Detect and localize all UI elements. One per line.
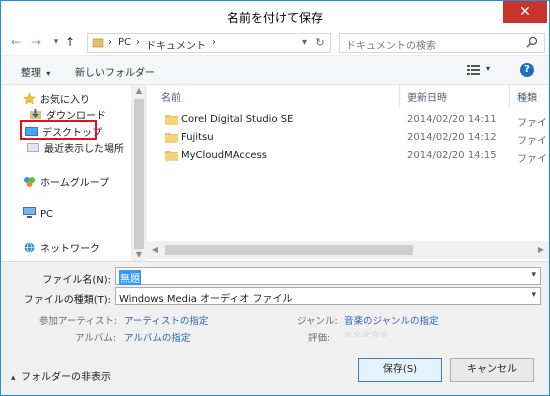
new-folder-button[interactable]: 新しいフォルダー — [75, 64, 155, 79]
breadcrumb-separator: › — [108, 37, 112, 48]
file-list: 名前 更新日時 種類 Corel Digital Studio SE 2014/… — [147, 85, 549, 261]
chevron-down-icon: ▾ — [46, 69, 51, 78]
file-row[interactable]: Fujitsu 2014/02/20 14:12 ファイ — [147, 129, 549, 147]
navigation-bar: ← → ▾ ↑ › PC › ドキュメント › ▾ ↻ ドキュメントの検索 — [1, 31, 549, 55]
navigation-pane-scrollbar[interactable]: ▲ ▼ — [131, 85, 147, 261]
file-row[interactable]: Corel Digital Studio SE 2014/02/20 14:11… — [147, 111, 549, 129]
scroll-left-icon[interactable]: ◀ — [147, 241, 163, 259]
command-bar: 整理 ▾ 新しいフォルダー ▾ ? — [1, 55, 549, 85]
folder-icon — [165, 151, 178, 161]
address-bar[interactable]: › PC › ドキュメント › ▾ ↻ — [87, 33, 331, 53]
filename-input[interactable]: 無題 ▾ — [115, 267, 541, 285]
network-icon — [24, 242, 35, 253]
recent-places-icon — [27, 143, 39, 152]
title-bar: 名前を付けて保存 ✕ — [1, 1, 549, 31]
column-separator[interactable] — [399, 85, 400, 107]
tree-item-network[interactable]: ネットワーク — [23, 240, 100, 255]
column-header-type[interactable]: 種類 — [517, 89, 537, 104]
file-date: 2014/02/20 14:12 — [407, 132, 497, 143]
file-type: ファイ — [517, 118, 547, 129]
folder-icon — [165, 115, 178, 125]
breadcrumb-pc[interactable]: PC — [118, 37, 131, 48]
tree-item-favorites[interactable]: お気に入り — [23, 91, 90, 106]
scroll-right-icon[interactable]: ▶ — [533, 241, 549, 259]
file-name: Corel Digital Studio SE — [181, 114, 294, 125]
filename-label: ファイル名(N): — [42, 275, 111, 286]
file-name: MyCloudMAccess — [181, 150, 267, 161]
tree-item-recent-places[interactable]: 最近表示した場所 — [27, 140, 124, 155]
file-type: ファイ — [517, 154, 547, 165]
album-field[interactable]: アルバムの指定 — [124, 330, 190, 344]
window-title: 名前を付けて保存 — [226, 11, 323, 25]
folder-location-icon — [92, 38, 104, 48]
forward-icon[interactable]: → — [29, 35, 43, 49]
star-icon — [23, 93, 36, 104]
filename-value: 無題 — [119, 270, 141, 285]
save-button[interactable]: 保存(S) — [358, 358, 442, 382]
scroll-up-icon[interactable]: ▲ — [131, 85, 147, 97]
organize-button[interactable]: 整理 ▾ — [21, 64, 50, 79]
desktop-highlight-box — [20, 120, 97, 140]
hide-folders-label: フォルダーの非表示 — [21, 372, 111, 383]
artist-field[interactable]: アーティストの指定 — [124, 313, 208, 327]
chevron-up-icon: ▴ — [11, 373, 16, 383]
column-header-date[interactable]: 更新日時 — [407, 89, 447, 104]
cancel-button[interactable]: キャンセル — [450, 358, 534, 382]
genre-field[interactable]: 音楽のジャンルの指定 — [344, 313, 439, 327]
breadcrumb-separator: › — [136, 37, 140, 48]
pc-icon — [23, 207, 36, 218]
column-header-name[interactable]: 名前 — [161, 89, 181, 104]
tree-label: 最近表示した場所 — [44, 144, 124, 155]
breadcrumb-documents[interactable]: ドキュメント — [146, 37, 206, 52]
filetype-value: Windows Media オーディオ ファイル — [119, 294, 293, 305]
folder-icon — [165, 133, 178, 143]
organize-label: 整理 — [21, 68, 41, 79]
tree-item-homegroup[interactable]: ホームグループ — [23, 174, 109, 189]
file-type: ファイ — [517, 136, 547, 147]
tree-label: ネットワーク — [40, 244, 100, 255]
file-list-horizontal-scrollbar[interactable]: ◀ ▶ — [147, 241, 549, 259]
refresh-icon[interactable]: ↻ — [312, 36, 328, 50]
genre-label: ジャンル: — [297, 316, 338, 327]
search-placeholder: ドキュメントの検索 — [346, 41, 436, 52]
file-date: 2014/02/20 14:11 — [407, 114, 497, 125]
scroll-thumb[interactable] — [165, 245, 413, 255]
up-folder-icon[interactable]: ↑ — [63, 35, 77, 49]
view-chevron-down-icon[interactable]: ▾ — [486, 64, 490, 73]
rating-label: 評価: — [308, 333, 331, 344]
tree-item-pc[interactable]: PC — [23, 207, 53, 220]
search-box[interactable]: ドキュメントの検索 — [339, 33, 545, 53]
homegroup-icon — [24, 177, 35, 187]
artist-label: 参加アーティスト: — [39, 316, 118, 327]
album-label: アルバム: — [75, 333, 117, 344]
view-options-icon[interactable] — [467, 64, 481, 76]
help-icon[interactable]: ? — [520, 63, 534, 77]
save-options-panel: ファイル名(N): 無題 ▾ ファイルの種類(T): Windows Media… — [1, 261, 549, 395]
scroll-thumb[interactable] — [134, 99, 144, 249]
rating-stars[interactable]: ☆☆☆☆☆ — [344, 330, 389, 340]
tree-label: お気に入り — [40, 95, 90, 106]
file-name: Fujitsu — [181, 132, 214, 143]
file-row[interactable]: MyCloudMAccess 2014/02/20 14:15 ファイ — [147, 147, 549, 165]
chevron-down-icon: ▾ — [531, 290, 536, 300]
scroll-down-icon[interactable]: ▼ — [131, 249, 147, 261]
tree-label: ホームグループ — [40, 178, 110, 189]
address-dropdown-icon[interactable]: ▾ — [302, 37, 307, 48]
hide-folders-toggle[interactable]: ▴ フォルダーの非表示 — [11, 368, 111, 383]
save-as-dialog: 名前を付けて保存 ✕ ← → ▾ ↑ › PC › ドキュメント › ▾ ↻ ド… — [0, 0, 550, 396]
back-icon[interactable]: ← — [9, 35, 23, 49]
column-separator[interactable] — [509, 85, 510, 107]
filetype-select[interactable]: Windows Media オーディオ ファイル ▾ — [115, 287, 541, 305]
search-icon[interactable] — [526, 36, 538, 50]
chevron-down-icon[interactable]: ▾ — [531, 270, 536, 280]
close-button[interactable]: ✕ — [503, 1, 547, 23]
recent-locations-chevron-icon[interactable]: ▾ — [49, 35, 63, 49]
download-icon — [30, 109, 41, 119]
tree-label: PC — [40, 209, 54, 220]
file-date: 2014/02/20 14:15 — [407, 150, 497, 161]
filetype-label: ファイルの種類(T): — [23, 295, 111, 306]
breadcrumb-separator: › — [212, 37, 216, 48]
